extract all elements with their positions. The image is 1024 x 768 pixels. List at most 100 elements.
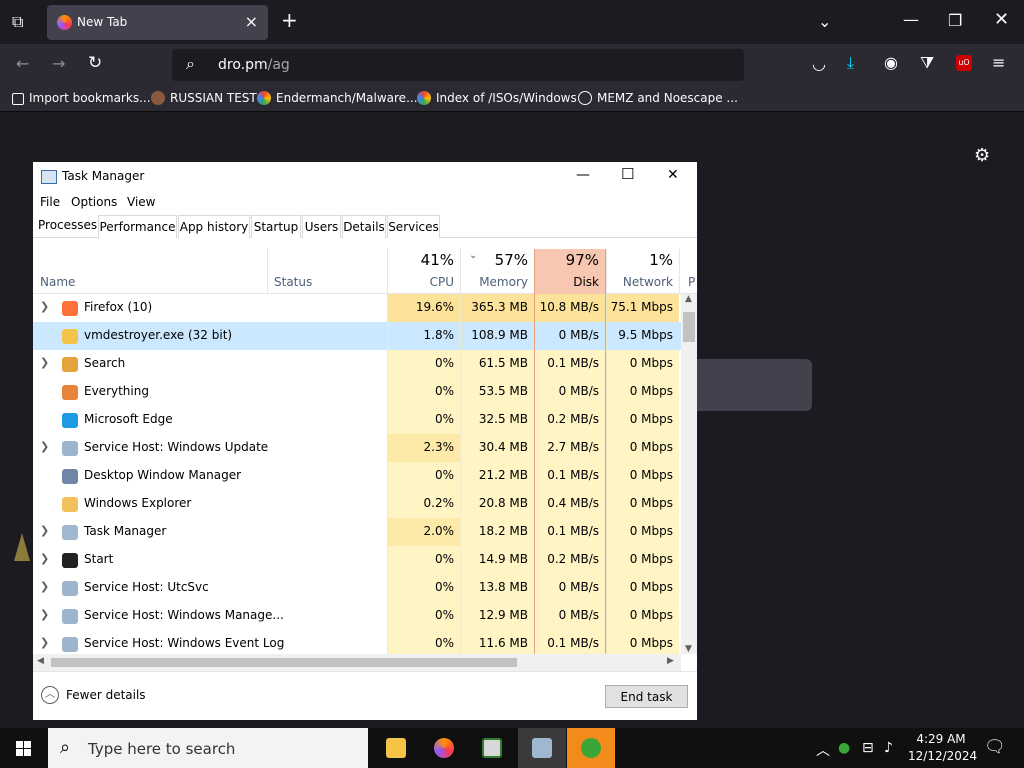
end-task-button[interactable]: End task	[605, 685, 688, 708]
bookmark-item[interactable]: Import bookmarks...	[12, 91, 151, 105]
search-placeholder: Type here to search	[88, 740, 236, 758]
menu-options[interactable]: Options	[71, 195, 117, 209]
tab-new-tab[interactable]: New Tab ×	[47, 5, 268, 40]
expand-chevron-icon[interactable]: ❯	[40, 608, 49, 621]
cell-cpu: 0%	[387, 350, 460, 378]
extensions-icon[interactable]: ⧩	[920, 55, 934, 71]
account-icon[interactable]: ◉	[884, 55, 898, 71]
expand-chevron-icon[interactable]: ❯	[40, 356, 49, 369]
process-icon	[62, 357, 78, 372]
cell-network: 0 Mbps	[606, 406, 679, 434]
column-network[interactable]: 1% Network	[606, 249, 679, 294]
tab-services[interactable]: Services	[387, 215, 440, 238]
horizontal-scroll-thumb[interactable]	[51, 658, 517, 667]
vertical-scrollbar[interactable]: ▲ ▼	[681, 294, 697, 654]
taskbar-file-explorer[interactable]	[372, 728, 420, 768]
column-power[interactable]: P	[679, 249, 697, 294]
table-row[interactable]: ❯ Service Host: Windows Manage... 0% 12.9 M…	[33, 602, 681, 630]
bookmark-item[interactable]: Index of /ISOs/Windows	[417, 91, 577, 105]
minimize-icon[interactable]: —	[903, 12, 919, 28]
tab-users[interactable]: Users	[302, 215, 341, 238]
table-row[interactable]: Desktop Window Manager 0% 21.2 MB 0.1 MB/s 0…	[33, 462, 681, 490]
process-name: Windows Explorer	[84, 496, 192, 510]
people-tray-icon[interactable]: ●	[838, 740, 850, 756]
expand-chevron-icon[interactable]: ❯	[40, 300, 49, 313]
table-row[interactable]: ❯ Service Host: Windows Update 2.3% 30.4 MB…	[33, 434, 681, 462]
pocket-icon[interactable]: ◡	[812, 56, 826, 72]
process-icon	[62, 301, 78, 316]
table-row[interactable]: vmdestroyer.exe (32 bit) 1.8% 108.9 MB 0 MB…	[33, 322, 681, 350]
url-bar[interactable]: ⌕ dro.pm/ag	[172, 49, 744, 81]
start-button[interactable]	[0, 728, 48, 768]
network-icon[interactable]: ⊟	[862, 740, 874, 756]
chevron-up-icon[interactable]: ︿	[816, 740, 830, 760]
url-text: dro.pm/ag	[218, 57, 290, 73]
reload-icon[interactable]: ↻	[88, 55, 102, 72]
maximize-icon[interactable]: ☐	[621, 165, 634, 183]
tab-processes[interactable]: Processes	[37, 213, 97, 236]
menu-icon[interactable]: ≡	[992, 55, 1005, 71]
forward-icon[interactable]: →	[52, 56, 65, 72]
cell-disk: 0 MB/s	[534, 574, 606, 602]
clock[interactable]: 4:29 AM 12/12/2024	[908, 731, 977, 765]
column-cpu[interactable]: 41% CPU	[387, 249, 460, 294]
column-status[interactable]: Status	[267, 249, 387, 294]
bookmark-item[interactable]: MEMZ and Noescape ...	[578, 91, 738, 105]
taskbar-app[interactable]	[468, 728, 516, 768]
taskbar-search-box[interactable]: ⌕ Type here to search	[48, 728, 368, 768]
table-row[interactable]: Everything 0% 53.5 MB 0 MB/s 0 Mbps	[33, 378, 681, 406]
process-icon	[62, 581, 78, 596]
table-row[interactable]: ❯ Service Host: UtcSvc 0% 13.8 MB 0 MB/s 0 Mb…	[33, 574, 681, 602]
process-icon	[62, 553, 78, 568]
column-name[interactable]: Name	[40, 275, 75, 289]
volume-icon[interactable]: ♪	[884, 740, 893, 756]
expand-chevron-icon[interactable]: ❯	[40, 552, 49, 565]
taskbar-task-manager[interactable]	[518, 728, 566, 768]
expand-chevron-icon[interactable]: ❯	[40, 580, 49, 593]
minimize-icon[interactable]: —	[576, 167, 590, 183]
back-icon[interactable]: ←	[16, 56, 29, 72]
expand-chevron-icon[interactable]: ❯	[40, 636, 49, 649]
table-row[interactable]: ❯ Task Manager 2.0% 18.2 MB 0.1 MB/s 0 Mbps	[33, 518, 681, 546]
chevron-up-icon[interactable]: ︿	[41, 686, 59, 704]
close-tab-icon[interactable]: ×	[245, 12, 258, 31]
ublock-icon[interactable]: uO	[956, 55, 972, 71]
gear-icon[interactable]: ⚙	[974, 145, 990, 166]
tab-performance[interactable]: Performance	[98, 215, 177, 238]
close-window-icon[interactable]: ✕	[994, 11, 1009, 29]
process-icon	[62, 385, 78, 400]
bookmark-item[interactable]: RUSSIAN TEST	[151, 91, 257, 105]
tab-list-icon[interactable]: ⧉	[12, 14, 23, 30]
vertical-scroll-thumb[interactable]	[683, 312, 695, 342]
table-row[interactable]: ❯ Start 0% 14.9 MB 0.2 MB/s 0 Mbps	[33, 546, 681, 574]
clock-time: 4:29 AM	[916, 732, 966, 746]
download-icon[interactable]: ⤓	[847, 55, 854, 71]
table-row[interactable]: ❯ Firefox (10) 19.6% 365.3 MB 10.8 MB/s 75.1 …	[33, 294, 681, 322]
cell-disk: 0.1 MB/s	[534, 630, 606, 654]
close-icon[interactable]: ✕	[667, 167, 679, 183]
scroll-down-icon: ▼	[685, 644, 692, 654]
bookmark-item[interactable]: Endermanch/Malware...	[257, 91, 418, 105]
column-disk[interactable]: 97% Disk	[534, 249, 606, 294]
tab-app-history[interactable]: App history	[178, 215, 250, 238]
new-tab-icon[interactable]: +	[281, 10, 298, 30]
table-row[interactable]: Microsoft Edge 0% 32.5 MB 0.2 MB/s 0 Mbps	[33, 406, 681, 434]
bookmarks-bar: Import bookmarks... RUSSIAN TEST Enderma…	[0, 86, 1024, 112]
menu-file[interactable]: File	[40, 195, 60, 209]
taskbar-vmdestroyer[interactable]	[567, 728, 615, 768]
table-row[interactable]: Windows Explorer 0.2% 20.8 MB 0.4 MB/s 0 Mbp…	[33, 490, 681, 518]
tab-details[interactable]: Details	[342, 215, 386, 238]
cell-cpu: 2.3%	[387, 434, 460, 462]
column-memory[interactable]: ⌄ 57% Memory	[460, 249, 534, 294]
restore-icon[interactable]: ❐	[948, 13, 962, 29]
fewer-details-link[interactable]: Fewer details	[66, 688, 146, 702]
expand-chevron-icon[interactable]: ❯	[40, 524, 49, 537]
expand-chevron-icon[interactable]: ❯	[40, 440, 49, 453]
menu-view[interactable]: View	[127, 195, 155, 209]
table-row[interactable]: ❯ Search 0% 61.5 MB 0.1 MB/s 0 Mbps	[33, 350, 681, 378]
tab-startup[interactable]: Startup	[251, 215, 301, 238]
chevron-down-icon[interactable]: ⌄	[818, 14, 831, 30]
table-row[interactable]: ❯ Service Host: Windows Event Log 0% 11.6 M…	[33, 630, 681, 654]
notification-icon[interactable]: 🗨	[984, 737, 1006, 757]
taskbar-firefox[interactable]	[420, 728, 468, 768]
